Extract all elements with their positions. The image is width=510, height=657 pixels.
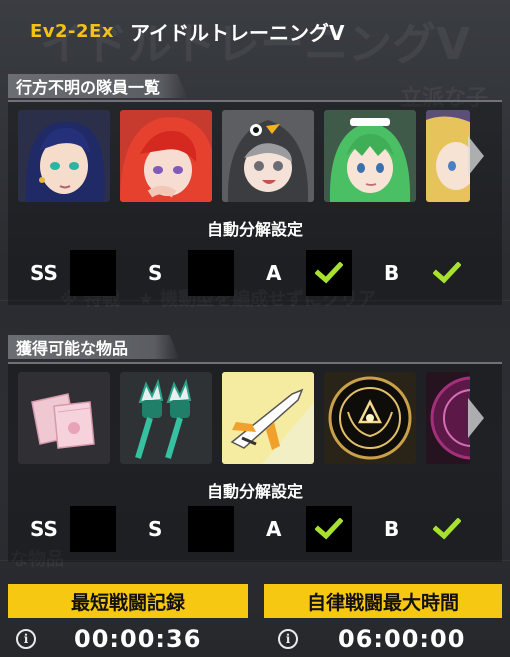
grade-b: B <box>384 250 502 296</box>
stage-header: Ev2-2Ex アイドルトレーニングV <box>0 0 510 62</box>
grade-s: S <box>148 250 266 296</box>
grade-a: A <box>266 506 384 552</box>
info-icon[interactable]: i <box>16 629 36 649</box>
auto-max-label-bar: 自律戦闘最大時間 <box>264 584 502 618</box>
portrait-penguin-hood-girl[interactable] <box>222 110 314 202</box>
checkbox-a[interactable] <box>306 506 352 552</box>
item-gold-emblem-medal[interactable] <box>324 372 416 464</box>
section-title-missing-members: 行方不明の隊員一覧 <box>8 74 188 98</box>
grade-b: B <box>384 506 502 552</box>
section-title-text: 獲得可能な物品 <box>16 339 129 358</box>
grade-a: A <box>266 250 384 296</box>
checkbox-a[interactable] <box>306 250 352 296</box>
grade-label-ss: SS <box>30 261 58 285</box>
check-icon <box>433 518 461 540</box>
checkbox-s[interactable] <box>188 506 234 552</box>
best-clear-value-row: i 00:00:36 <box>8 618 248 657</box>
grade-label-a: A <box>266 517 282 541</box>
scroll-right-arrow-icon[interactable] <box>464 394 488 442</box>
best-clear-value: 00:00:36 <box>74 625 202 653</box>
auto-dismantle-label: 自動分解設定 <box>206 482 303 501</box>
best-clear-label-bar: 最短戦闘記録 <box>8 584 248 618</box>
grade-filter-row: SS S A B <box>30 506 502 552</box>
checkbox-b[interactable] <box>424 506 470 552</box>
item-pink-envelopes[interactable] <box>18 372 110 464</box>
grade-label-s: S <box>148 517 163 541</box>
stage-name: アイドルトレーニングV <box>129 20 345 45</box>
grade-ss: SS <box>30 506 148 552</box>
checkbox-ss[interactable] <box>70 250 116 296</box>
info-icon[interactable]: i <box>278 629 298 649</box>
checkbox-b[interactable] <box>424 250 470 296</box>
grade-s: S <box>148 506 266 552</box>
pink-envelopes-icon <box>18 372 110 464</box>
twin-crown-scepter-icon <box>120 372 212 464</box>
missing-members-panel: 自動分解設定 SS S A B <box>8 100 502 305</box>
stage-code: Ev2-2Ex <box>30 20 114 42</box>
portrait-navy-hair-girl[interactable] <box>18 110 110 202</box>
grade-filter-row: SS S A B <box>30 250 502 296</box>
auto-max-label: 自律戦闘最大時間 <box>306 591 459 614</box>
item-twin-crown-scepter[interactable] <box>120 372 212 464</box>
obtainable-items-panel: 自動分解設定 SS S A B <box>8 362 502 562</box>
portrait-red-hair-icon <box>120 110 212 202</box>
portrait-penguin-hood-icon <box>222 110 314 202</box>
grade-label-a: A <box>266 261 282 285</box>
checkbox-ss[interactable] <box>70 506 116 552</box>
item-row <box>18 372 470 464</box>
jet-plane-model-icon <box>222 372 314 464</box>
portrait-navy-hair-icon <box>18 110 110 202</box>
checkbox-s[interactable] <box>188 250 234 296</box>
scroll-right-arrow-icon[interactable] <box>464 132 488 180</box>
grade-label-b: B <box>384 517 400 541</box>
portrait-red-hair-girl[interactable] <box>120 110 212 202</box>
auto-dismantle-label: 自動分解設定 <box>206 220 303 239</box>
portrait-green-hair-maid[interactable] <box>324 110 416 202</box>
grade-label-b: B <box>384 261 400 285</box>
section-title-obtainable-items: 獲得可能な物品 <box>8 335 180 359</box>
best-clear-label: 最短戦闘記録 <box>70 591 185 614</box>
item-jet-plane-model[interactable] <box>222 372 314 464</box>
check-icon <box>315 518 343 540</box>
auto-max-value: 06:00:00 <box>338 625 466 653</box>
grade-label-s: S <box>148 261 163 285</box>
grade-ss: SS <box>30 250 148 296</box>
portrait-row <box>18 110 470 202</box>
section-title-text: 行方不明の隊員一覧 <box>16 78 161 97</box>
check-icon <box>433 262 461 284</box>
auto-max-value-row: i 06:00:00 <box>264 618 502 657</box>
portrait-green-maid-icon <box>324 110 416 202</box>
gold-emblem-medal-icon <box>324 372 416 464</box>
grade-label-ss: SS <box>30 517 58 541</box>
check-icon <box>315 262 343 284</box>
